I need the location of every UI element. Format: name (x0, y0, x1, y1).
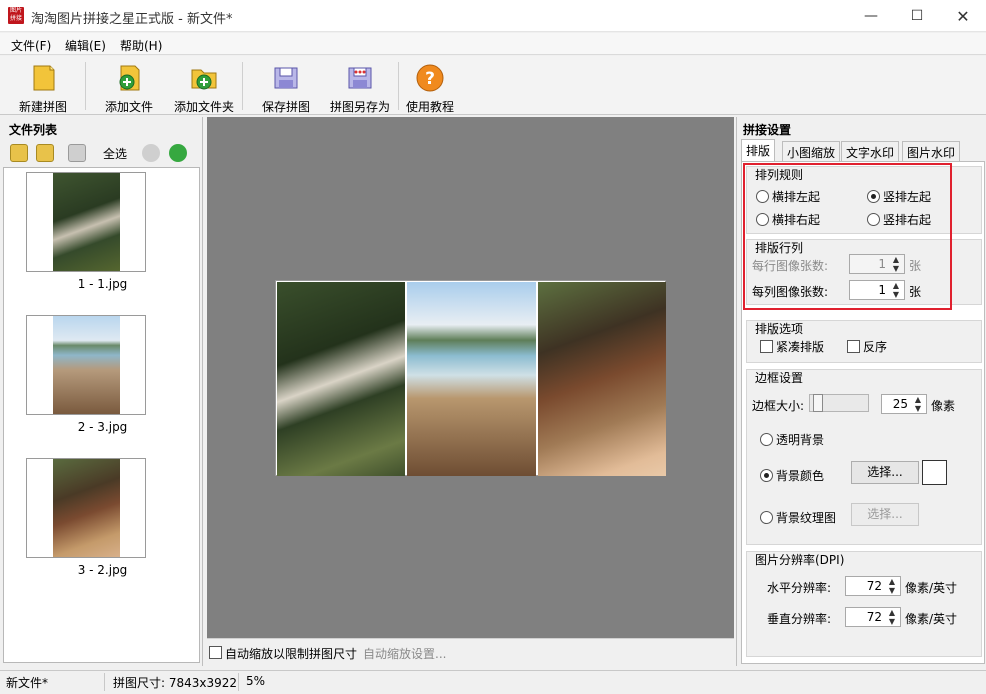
status-size: 拼图尺寸: 7843x3922 (113, 676, 238, 690)
layout-options-title: 排版选项 (755, 322, 804, 336)
slider-thumb[interactable] (813, 394, 823, 412)
save-as-button[interactable]: 拼图另存为 (327, 59, 393, 114)
toolbar: 新建拼图 添加文件 添加文件夹 保存拼图 拼图另存为 ? 使用教程 (0, 56, 986, 115)
save-collage-button[interactable]: 保存拼图 (257, 59, 315, 114)
move-up-icon[interactable] (142, 144, 160, 162)
thumbnail-2[interactable] (26, 315, 146, 415)
thumbnail-caption: 2 - 3.jpg (77, 420, 128, 434)
new-collage-icon (27, 62, 59, 94)
collage-photo-1 (277, 282, 405, 476)
help-tutorial-button[interactable]: ? 使用教程 (403, 59, 457, 114)
auto-zoom-checkbox[interactable] (209, 646, 222, 659)
dpi-unit-label: 像素/英寸 (905, 581, 958, 595)
collage-photo-2 (407, 282, 536, 476)
border-size-slider[interactable] (809, 394, 869, 412)
bg-color-label: 背景颜色 (776, 469, 825, 483)
transparent-bg-label: 透明背景 (776, 433, 825, 447)
spinner-arrows-icon[interactable]: ▲ ▼ (886, 608, 898, 626)
spinner-arrows-icon[interactable]: ▲ ▼ (886, 577, 898, 595)
bg-color-swatch[interactable] (922, 460, 947, 485)
add-folder-button[interactable]: 添加文件夹 (172, 59, 236, 114)
thumbnail-image (53, 316, 120, 414)
radio-bg-color[interactable] (760, 469, 773, 482)
app-logo-icon: 图片拼接 (8, 7, 24, 24)
status-zoom: 5% (246, 674, 266, 688)
add-folder-small-icon[interactable] (36, 144, 54, 162)
compact-checkbox[interactable] (760, 340, 773, 353)
border-size-value: 25 (892, 397, 908, 411)
menu-file[interactable]: 文件(F) (11, 37, 51, 54)
radio-bg-texture[interactable] (760, 511, 773, 524)
bg-texture-label: 背景纹理图 (776, 511, 837, 525)
add-file-small-icon[interactable] (10, 144, 28, 162)
border-unit-label: 像素 (931, 399, 956, 413)
thumbnail-list: 1 - 1.jpg 2 - 3.jpg 3 - 2.jpg (3, 167, 200, 663)
maximize-icon[interactable]: ☐ (894, 0, 940, 32)
move-down-icon[interactable] (169, 144, 187, 162)
status-file: 新文件* (6, 676, 49, 690)
h-dpi-input[interactable]: 72 ▲ ▼ (845, 576, 901, 596)
dpi-title: 图片分辨率(DPI) (755, 553, 845, 567)
reverse-checkbox[interactable] (847, 340, 860, 353)
collage-preview (275, 280, 666, 476)
choose-bg-color-button[interactable]: 选择... (851, 461, 919, 484)
menu-bar: 文件(F) 编辑(E) 帮助(H) (0, 33, 986, 55)
status-bar: 新文件* 拼图尺寸: 7843x3922 5% (0, 670, 986, 694)
thumbnail-1[interactable] (26, 172, 146, 272)
tab-layout[interactable]: 排版 (741, 139, 776, 162)
menu-help[interactable]: 帮助(H) (120, 37, 162, 54)
thumbnail-caption: 1 - 1.jpg (77, 277, 128, 291)
choose-bg-texture-button[interactable]: 选择... (851, 503, 919, 526)
border-size-label: 边框大小: (752, 399, 805, 413)
highlight-box (743, 163, 952, 310)
file-list-toolbar: 全选 (6, 142, 201, 164)
thumbnail-image (53, 459, 120, 557)
save-collage-icon (270, 62, 302, 94)
add-file-button[interactable]: 添加文件 (100, 59, 158, 114)
v-dpi-value: 72 (866, 610, 882, 624)
help-icon: ? (414, 62, 446, 94)
window-title: 淘淘图片拼接之星正式版 - 新文件* (31, 12, 233, 27)
save-as-icon (344, 62, 376, 94)
select-all-button[interactable]: 全选 (103, 145, 127, 162)
border-size-input[interactable]: 25 ▲ ▼ (881, 394, 927, 414)
collage-photo-3 (538, 282, 666, 476)
menu-edit[interactable]: 编辑(E) (65, 37, 106, 54)
file-list-panel: 文件列表 全选 1 - 1.jpg 2 - 3.jpg 3 - 2.jpg (0, 117, 203, 666)
svg-text:?: ? (425, 69, 435, 89)
thumbnail-image (53, 173, 120, 271)
h-dpi-label: 水平分辨率: (767, 581, 832, 595)
tab-image-watermark[interactable]: 图片水印 (902, 141, 961, 161)
remove-file-icon[interactable] (68, 144, 86, 162)
add-file-icon (113, 62, 145, 94)
border-group: 边框设置 边框大小: 25 ▲ ▼ 像素 透明背景 背景颜色 选择... 背景纹理… (746, 369, 982, 545)
spinner-arrows-icon[interactable]: ▲ ▼ (912, 395, 924, 413)
thumbnail-caption: 3 - 2.jpg (77, 563, 128, 577)
new-collage-button[interactable]: 新建拼图 (12, 59, 74, 114)
layout-options-group: 排版选项 紧凑排版 反序 (746, 320, 982, 363)
compact-label: 紧凑排版 (776, 340, 825, 354)
dpi-unit-label: 像素/英寸 (905, 612, 958, 626)
thumbnail-3[interactable] (26, 458, 146, 558)
minimize-icon[interactable]: — (848, 0, 894, 32)
file-list-title: 文件列表 (9, 123, 58, 137)
tab-thumbnail-scale[interactable]: 小图缩放 (782, 141, 841, 161)
reverse-label: 反序 (863, 340, 888, 354)
auto-zoom-settings-link[interactable]: 自动缩放设置... (363, 645, 446, 662)
radio-transparent-bg[interactable] (760, 433, 773, 446)
auto-zoom-label: 自动缩放以限制拼图尺寸 (225, 647, 358, 661)
v-dpi-label: 垂直分辨率: (767, 612, 832, 626)
dpi-group: 图片分辨率(DPI) 水平分辨率: 72 ▲ ▼ 像素/英寸 垂直分辨率: 72 … (746, 551, 982, 657)
tab-text-watermark[interactable]: 文字水印 (841, 141, 900, 161)
title-bar: 图片拼接 淘淘图片拼接之星正式版 - 新文件* — ☐ ✕ (0, 0, 986, 32)
border-title: 边框设置 (755, 371, 804, 385)
settings-title: 拼接设置 (743, 123, 792, 137)
close-icon[interactable]: ✕ (940, 0, 986, 32)
v-dpi-input[interactable]: 72 ▲ ▼ (845, 607, 901, 627)
canvas-bottom-bar: 自动缩放以限制拼图尺寸 自动缩放设置... (207, 638, 734, 666)
add-folder-icon (188, 62, 220, 94)
h-dpi-value: 72 (866, 579, 882, 593)
